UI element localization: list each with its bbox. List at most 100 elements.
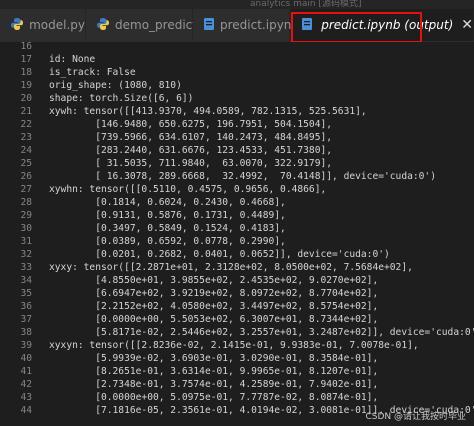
line-number: 38 (20, 327, 32, 338)
code-line: 24 [283.2440, 631.6676, 123.4533, 451.73… (0, 144, 474, 157)
line-text: shape: torch.Size([6, 6]) (49, 93, 194, 104)
line-text: [5.9939e-02, 3.6903e-01, 3.0290e-01, 8.3… (49, 353, 379, 364)
line-number: 21 (20, 106, 32, 117)
python-icon (96, 17, 110, 34)
line-number: 33 (20, 262, 32, 273)
line-text: [0.3497, 0.5849, 0.1524, 0.4183], (49, 223, 286, 234)
line-text: xywh: tensor([[413.9370, 494.0589, 782.1… (49, 106, 367, 117)
code-line: 35 [6.6947e+02, 3.9219e+02, 8.0972e+02, … (0, 287, 474, 300)
code-line: 19 orig_shape: (1080, 810) (0, 79, 474, 92)
code-line: 38 [5.8171e-02, 2.5446e+02, 3.2557e+01, … (0, 326, 474, 339)
line-number: 19 (20, 80, 32, 91)
code-line: 26 [ 16.3078, 289.6668, 32.4992, 70.4148… (0, 170, 474, 183)
line-number: 24 (20, 145, 32, 156)
code-line: 37 [0.0000e+00, 5.5053e+02, 6.3007e+01, … (0, 313, 474, 326)
code-line: 23 [739.5966, 634.6107, 140.2473, 484.84… (0, 131, 474, 144)
editor-tab-bar: model.py demo_predict.py predict.ipynb p… (0, 9, 474, 42)
line-number: 22 (20, 119, 32, 130)
line-text: [8.2651e-01, 3.6314e-01, 9.9965e-01, 8.1… (49, 366, 379, 377)
code-line: 39 xyxyn: tensor([[2.8236e-02, 2.1415e-01… (0, 339, 474, 352)
code-line: 30 [0.3497, 0.5849, 0.1524, 0.4183], (0, 222, 474, 235)
line-text: [0.0389, 0.6592, 0.0778, 0.2990], (49, 236, 286, 247)
notebook-icon (301, 17, 316, 34)
line-text: [4.8550e+01, 3.9855e+02, 2.4535e+02, 9.0… (49, 275, 379, 286)
line-text: [2.2152e+02, 4.0580e+02, 3.4497e+02, 8.5… (49, 301, 379, 312)
code-editor[interactable]: 16 17 id: None 18 is_track: False 19 orig_shap… (0, 42, 474, 426)
line-number: 30 (20, 223, 32, 234)
line-text: [ 16.3078, 289.6668, 32.4992, 70.4148]],… (49, 171, 436, 182)
line-number: 17 (20, 54, 32, 65)
line-number: 43 (20, 392, 32, 403)
line-text: [0.1814, 0.6024, 0.2430, 0.4668], (49, 197, 286, 208)
line-number: 18 (20, 67, 32, 78)
code-line: 17 id: None (0, 53, 474, 66)
line-number: 40 (20, 353, 32, 364)
code-line: 29 [0.9131, 0.5876, 0.1731, 0.4489], (0, 209, 474, 222)
line-number: 41 (20, 366, 32, 377)
line-text: [0.0000e+00, 5.0975e-01, 7.7787e-02, 8.0… (49, 392, 379, 403)
code-line: 40 [5.9939e-02, 3.6903e-01, 3.0290e-01, … (0, 352, 474, 365)
line-number: 42 (20, 379, 32, 390)
line-number: 16 (20, 42, 32, 52)
line-number: 36 (20, 301, 32, 312)
tab-predict-ipynb-output[interactable]: predict.ipynb (output) ✕ (291, 9, 474, 41)
code-line: 36 [2.2152e+02, 4.0580e+02, 3.4497e+02, … (0, 300, 474, 313)
line-number: 27 (20, 184, 32, 195)
code-line: 21 xywh: tensor([[413.9370, 494.0589, 782… (0, 105, 474, 118)
tab-predict-ipynb[interactable]: predict.ipynb (193, 9, 299, 41)
tab-model-py[interactable]: model.py (0, 9, 86, 41)
line-number: 25 (20, 158, 32, 169)
line-text: [283.2440, 631.6676, 123.4533, 451.7380]… (49, 145, 333, 156)
line-text: [0.9131, 0.5876, 0.1731, 0.4489], (49, 210, 286, 221)
python-icon (10, 17, 24, 34)
line-text: id: None (49, 54, 96, 65)
line-number: 26 (20, 171, 32, 182)
line-text: [2.7348e-01, 3.7574e-01, 4.2589e-01, 7.9… (49, 379, 379, 390)
code-line: 42 [2.7348e-01, 3.7574e-01, 4.2589e-01, … (0, 378, 474, 391)
tab-demo-predict-py[interactable]: demo_predict.py (86, 9, 216, 41)
close-icon[interactable]: ✕ (461, 17, 473, 33)
code-line: 16 (0, 42, 474, 53)
code-line: 32 [0.0201, 0.2682, 0.0401, 0.0652]], de… (0, 248, 474, 261)
line-text: orig_shape: (1080, 810) (49, 80, 182, 91)
code-line: 43 [0.0000e+00, 5.0975e-01, 7.7787e-02, … (0, 391, 474, 404)
code-line: 33 xyxy: tensor([[2.2871e+01, 2.3128e+02,… (0, 261, 474, 274)
line-number: 44 (20, 405, 32, 416)
code-line: 18 is_track: False (0, 66, 474, 79)
line-text: [146.9480, 650.6275, 196.7951, 504.1504]… (49, 119, 333, 130)
line-text: [0.0000e+00, 5.5053e+02, 6.3007e+01, 8.7… (49, 314, 379, 325)
tab-label: predict.ipynb (output) (321, 18, 454, 32)
line-text: [5.8171e-02, 2.5446e+02, 3.2557e+01, 3.2… (49, 327, 474, 338)
window-title-strip: analytics main [源码模式] (0, 0, 474, 9)
line-text: [ 31.5035, 711.9840, 63.0070, 322.9179], (49, 158, 333, 169)
line-number: 20 (20, 93, 32, 104)
line-text: [6.6947e+02, 3.9219e+02, 8.0972e+02, 8.7… (49, 288, 379, 299)
code-line: 27 xywhn: tensor([[0.5110, 0.4575, 0.9656… (0, 183, 474, 196)
watermark: CSDN @请让我按时毕业 (365, 412, 466, 422)
code-line: 25 [ 31.5035, 711.9840, 63.0070, 322.917… (0, 157, 474, 170)
line-text: xyxyn: tensor([[2.8236e-02, 2.1415e-01, … (49, 340, 419, 351)
line-number: 28 (20, 197, 32, 208)
code-line: 41 [8.2651e-01, 3.6314e-01, 9.9965e-01, … (0, 365, 474, 378)
notebook-icon (203, 17, 215, 34)
tab-label: predict.ipynb (220, 18, 300, 32)
line-number: 35 (20, 288, 32, 299)
line-text: is_track: False (49, 67, 136, 78)
line-number: 32 (20, 249, 32, 260)
line-number: 37 (20, 314, 32, 325)
line-number: 39 (20, 340, 32, 351)
tab-label: model.py (29, 18, 85, 32)
window-title: analytics main [源码模式] (250, 0, 362, 9)
line-text: xyxy: tensor([[2.2871e+01, 2.3128e+02, 8… (49, 262, 413, 273)
code-line: 20 shape: torch.Size([6, 6]) (0, 92, 474, 105)
code-line: 34 [4.8550e+01, 3.9855e+02, 2.4535e+02, … (0, 274, 474, 287)
line-text: xywhn: tensor([[0.5110, 0.4575, 0.9656, … (49, 184, 327, 195)
line-number: 29 (20, 210, 32, 221)
line-text: [739.5966, 634.6107, 140.2473, 484.8495]… (49, 132, 333, 143)
line-number: 34 (20, 275, 32, 286)
code-line: 28 [0.1814, 0.6024, 0.2430, 0.4668], (0, 196, 474, 209)
line-number: 23 (20, 132, 32, 143)
line-text: [0.0201, 0.2682, 0.0401, 0.0652]], devic… (49, 249, 390, 260)
line-number: 31 (20, 236, 32, 247)
code-line: 22 [146.9480, 650.6275, 196.7951, 504.15… (0, 118, 474, 131)
